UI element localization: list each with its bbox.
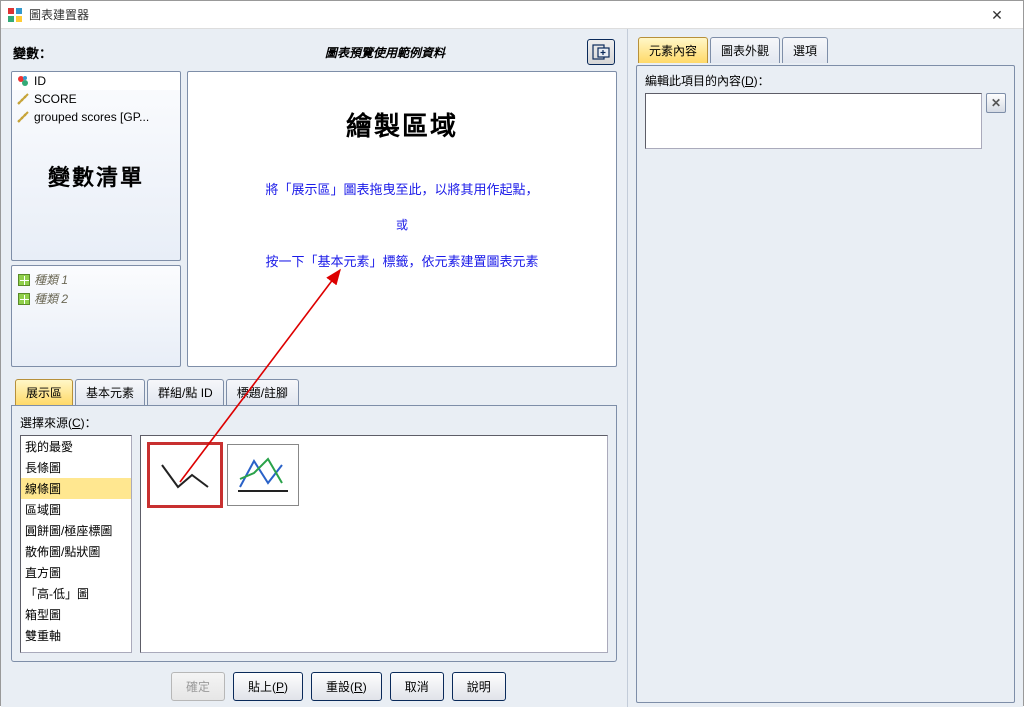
edit-content-label: 編輯此項目的內容(D)： [645, 72, 1006, 89]
drop-title: 繪製區域 [346, 106, 458, 143]
scale-icon [16, 92, 30, 106]
tab-title-footnote[interactable]: 標題/註腳 [226, 379, 299, 405]
cancel-button[interactable]: 取消 [390, 672, 444, 701]
tab-groups-pointid[interactable]: 群組/點 ID [147, 379, 224, 405]
left-header: 變數： 圖表預覽使用範例資料 [11, 35, 617, 69]
category-icon [18, 293, 30, 305]
source-item[interactable]: 區域圖 [21, 499, 131, 520]
tab-options[interactable]: 選項 [782, 37, 828, 63]
choose-source-label: 選擇來源(C)： [20, 414, 608, 431]
drop-line1: 將「展示區」圖表拖曳至此，以將其用作起點， [265, 179, 538, 198]
button-row: 確定 貼上(P) 重設(R) 取消 說明 [11, 672, 617, 701]
clear-button[interactable]: ✕ [986, 93, 1006, 113]
thumbnail-panel [140, 435, 608, 653]
drop-line2: 按一下「基本元素」標籤，依元素建置圖表元素 [265, 251, 538, 270]
app-icon [7, 7, 23, 23]
reset-button[interactable]: 重設(R) [311, 672, 382, 701]
nominal-icon [16, 74, 30, 88]
paste-button[interactable]: 貼上(P) [233, 672, 303, 701]
property-body: 編輯此項目的內容(D)： ✕ [636, 65, 1015, 703]
ok-button: 確定 [171, 672, 225, 701]
source-item[interactable]: 雙重軸 [21, 625, 131, 646]
source-item[interactable]: 線條圖 [21, 478, 131, 499]
close-button[interactable]: ✕ [977, 4, 1017, 26]
source-list[interactable]: 我的最愛 長條圖 線條圖 區域圖 圓餅圖/極座標圖 散佈圖/點狀圖 直方圖 「高… [20, 435, 132, 653]
left-pane: 變數： 圖表預覽使用範例資料 ID SCORE [1, 29, 627, 707]
source-item[interactable]: 我的最愛 [21, 436, 131, 457]
property-tabs: 元素內容 圖表外觀 選項 [636, 35, 1015, 65]
category-list[interactable]: 種類 1 種類 2 [11, 265, 181, 367]
chart-drop-zone[interactable]: 繪製區域 將「展示區」圖表拖曳至此，以將其用作起點， 或 按一下「基本元素」標籤… [187, 71, 617, 367]
edit-content-textarea[interactable] [645, 93, 982, 149]
variable-item[interactable]: SCORE [12, 90, 180, 108]
preview-caption: 圖表預覽使用範例資料 [183, 44, 587, 61]
window-title: 圖表建置器 [29, 6, 977, 23]
tab-basic-elements[interactable]: 基本元素 [75, 379, 145, 405]
variable-item[interactable]: ID [12, 72, 180, 90]
source-item[interactable]: 長條圖 [21, 457, 131, 478]
source-item[interactable]: 直方圖 [21, 562, 131, 583]
tab-gallery[interactable]: 展示區 [15, 379, 73, 405]
variable-list[interactable]: ID SCORE grouped scores [GP... 變數清單 [11, 71, 181, 261]
variable-name: SCORE [34, 92, 77, 106]
tab-element-content[interactable]: 元素內容 [638, 37, 708, 63]
titlebar: 圖表建置器 ✕ [1, 1, 1023, 29]
source-item[interactable]: 箱型圖 [21, 604, 131, 625]
source-item[interactable]: 散佈圖/點狀圖 [21, 541, 131, 562]
gallery-tabs: 展示區 基本元素 群組/點 ID 標題/註腳 [11, 379, 617, 406]
variable-name: grouped scores [GP... [34, 110, 149, 124]
category-icon [18, 274, 30, 286]
gallery-body: 選擇來源(C)： 我的最愛 長條圖 線條圖 區域圖 圓餅圖/極座標圖 散佈圖/點… [11, 406, 617, 662]
category-item[interactable]: 種類 1 [16, 270, 176, 289]
scale-icon [16, 110, 30, 124]
variable-item[interactable]: grouped scores [GP... [12, 108, 180, 126]
variables-label: 變數： [13, 43, 183, 62]
category-label: 種類 2 [34, 290, 68, 307]
export-icon[interactable] [587, 39, 615, 65]
drop-or: 或 [396, 216, 408, 233]
chart-thumb-simple-line[interactable] [149, 444, 221, 506]
category-label: 種類 1 [34, 271, 68, 288]
tab-chart-appearance[interactable]: 圖表外觀 [710, 37, 780, 63]
source-item[interactable]: 圓餅圖/極座標圖 [21, 520, 131, 541]
category-item[interactable]: 種類 2 [16, 289, 176, 308]
chart-thumb-multi-line[interactable] [227, 444, 299, 506]
source-item[interactable]: 「高-低」圖 [21, 583, 131, 604]
variable-caption: 變數清單 [12, 160, 180, 192]
variable-name: ID [34, 74, 46, 88]
right-pane: 元素內容 圖表外觀 選項 編輯此項目的內容(D)： ✕ [627, 29, 1023, 707]
help-button[interactable]: 說明 [452, 672, 506, 701]
